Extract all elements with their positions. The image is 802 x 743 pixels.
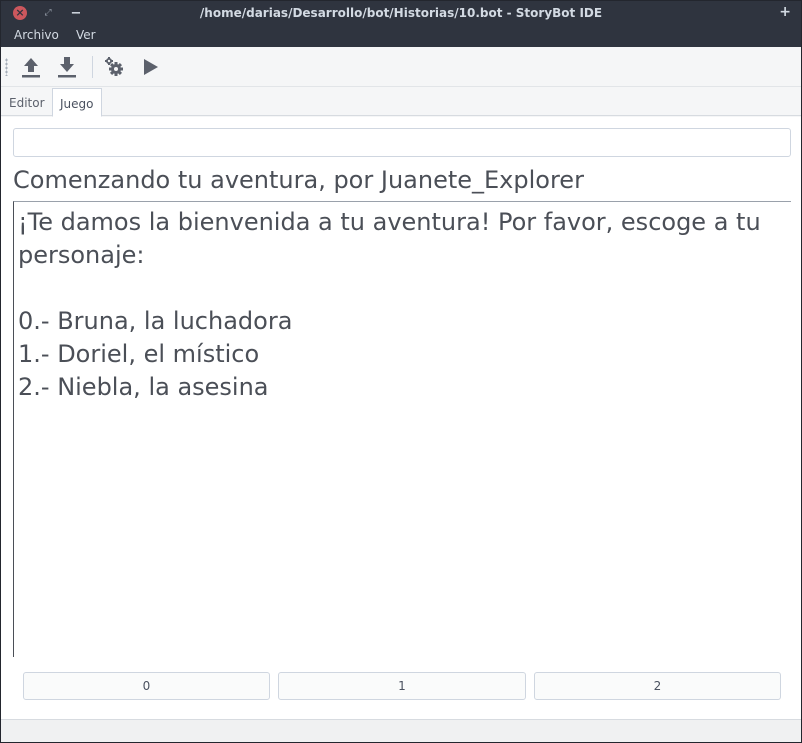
option-1-button[interactable]: 1 [278,672,526,700]
option-0-button[interactable]: 0 [23,672,270,700]
option-2-button[interactable]: 2 [534,672,781,700]
menu-ver[interactable]: Ver [76,28,96,42]
settings-icon [105,57,123,76]
download-icon [58,57,76,78]
story-title: Comenzando tu aventura, por Juanete_Expl… [13,166,584,194]
play-button[interactable] [137,54,163,80]
window-title: /home/darias/Desarrollo/bot/Historias/10… [199,6,603,20]
game-panel: Comenzando tu aventura, por Juanete_Expl… [1,117,801,719]
menu-archivo[interactable]: Archivo [14,28,59,42]
download-button[interactable] [54,54,80,80]
story-text[interactable]: ¡Te damos la bienvenida a tu aventura! P… [13,201,791,657]
tab-editor[interactable]: Editor [2,88,52,117]
toolbar-separator [92,56,93,78]
status-bar [1,719,801,742]
pin-button[interactable]: + [779,4,791,20]
toolbar-grip[interactable] [5,58,8,76]
command-input[interactable] [13,128,791,157]
tab-bar: Editor Juego [1,88,801,117]
upload-button[interactable] [18,54,44,80]
app-window: × ⤢ − /home/darias/Desarrollo/bot/Histor… [0,0,802,743]
settings-button[interactable] [101,54,127,80]
toolbar [1,47,801,87]
title-bar: × ⤢ − /home/darias/Desarrollo/bot/Histor… [1,1,801,26]
upload-icon [22,58,40,78]
plus-icon: + [779,4,791,20]
play-icon [144,59,158,75]
tab-juego[interactable]: Juego [52,88,102,117]
menu-bar: Archivo Ver [1,26,801,47]
